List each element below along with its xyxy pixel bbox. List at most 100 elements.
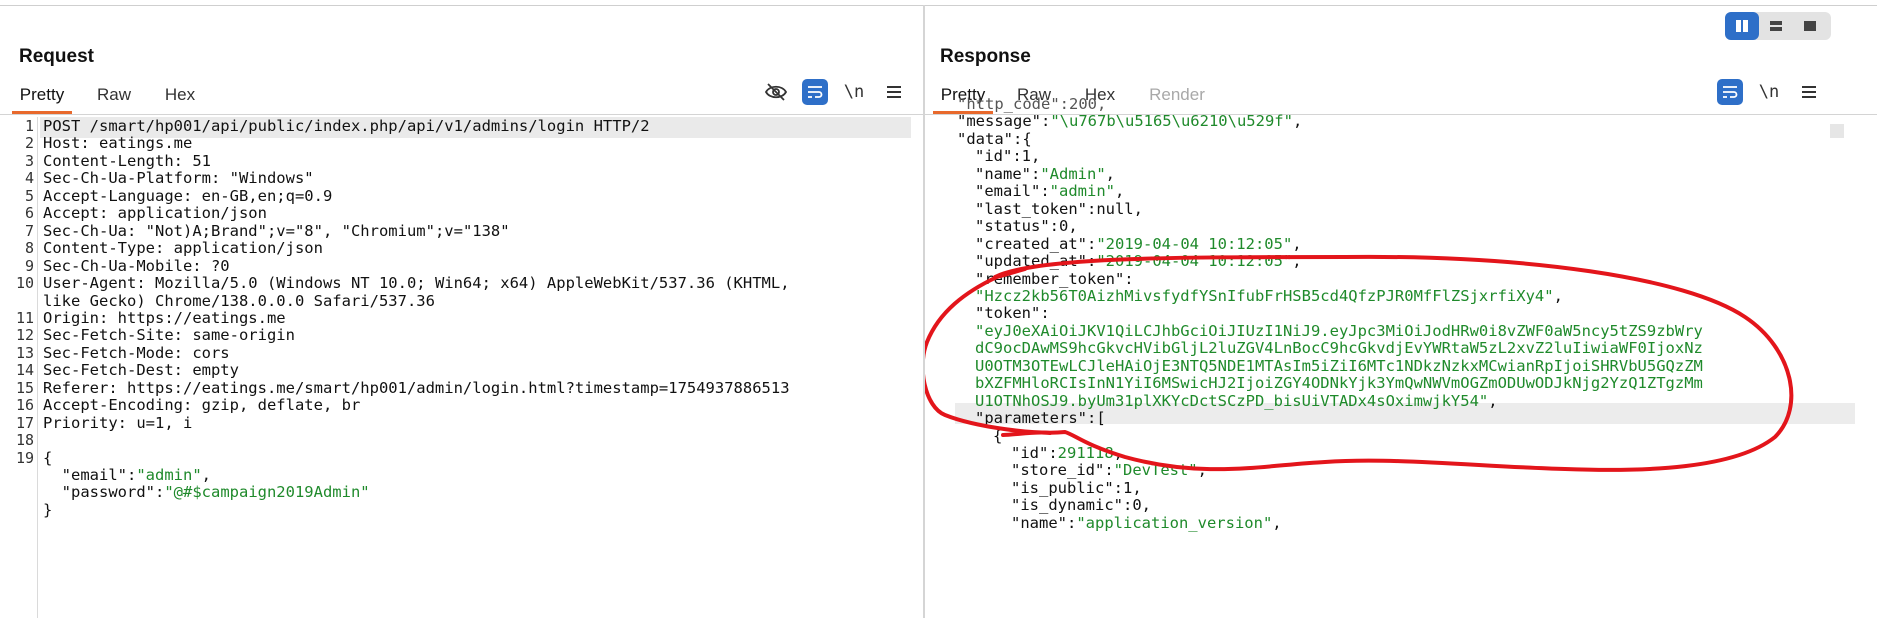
line-number: 1 <box>24 117 34 135</box>
line-number: 11 <box>15 308 34 327</box>
request-tabs: Pretty Raw Hex <box>12 80 204 114</box>
header-value: gzip, deflate, br <box>192 396 361 415</box>
tab-raw[interactable]: Raw <box>72 80 156 114</box>
request-line: Accept-Language: en-GB,en;q=0.9 <box>43 187 332 205</box>
line-number: 13 <box>15 343 34 362</box>
code-text: { <box>43 448 53 467</box>
split-columns-icon[interactable] <box>1725 12 1759 40</box>
header-value: application/json <box>108 204 267 223</box>
request-line: Accept-Encoding: gzip, deflate, br <box>43 396 360 414</box>
line-number: 17 <box>15 413 34 432</box>
request-line: Priority: u=1, i <box>43 414 192 432</box>
request-line: Sec-Ch-Ua-Platform: "Windows" <box>43 169 314 187</box>
line-number: 5 <box>24 186 34 205</box>
punctuation: , <box>201 466 211 484</box>
response-title: Response <box>940 46 1031 67</box>
line-number: 19 <box>15 448 34 467</box>
header-name: Accept-Language: <box>43 186 193 205</box>
request-line: { <box>43 449 52 467</box>
header-value: ?0 <box>201 256 230 275</box>
newline-toggle-button[interactable]: \n <box>1755 78 1783 106</box>
json-string: "@#$campaign2019Admin" <box>164 483 370 502</box>
eye-slash-icon[interactable] <box>762 78 790 106</box>
header-value: "Windows" <box>220 169 314 188</box>
request-line: Sec-Fetch-Dest: empty <box>43 361 239 379</box>
request-line: Content-Type: application/json <box>43 239 323 257</box>
line-number: 6 <box>24 204 34 223</box>
header-name: Sec-Ch-Ua-Platform: <box>43 169 221 188</box>
response-editor[interactable]: "http_code":200, "message":"\u767b\u5165\… <box>925 95 1877 618</box>
line-number: 8 <box>24 239 34 258</box>
header-name: Priority: <box>43 413 127 432</box>
request-line: like Gecko) Chrome/138.0.0.0 Safari/537.… <box>43 292 435 310</box>
header-value: Mozilla/5.0 (Windows NT 10.0; Win64; x64… <box>145 274 790 293</box>
layout-switcher <box>1725 12 1831 40</box>
header-name: Sec-Fetch-Site: <box>43 326 183 345</box>
line-number: 3 <box>24 151 34 170</box>
request-line: Accept: application/json <box>43 204 267 222</box>
header-name: Host: <box>43 134 90 153</box>
request-line: User-Agent: Mozilla/5.0 (Windows NT 10.0… <box>43 274 790 292</box>
header-name: Sec-Ch-Ua-Mobile: <box>43 256 202 275</box>
single-pane-icon[interactable] <box>1793 12 1827 40</box>
header-value: 51 <box>182 151 211 170</box>
request-line: Sec-Ch-Ua: "Not)A;Brand";v="8", "Chromiu… <box>43 222 510 240</box>
request-line: Sec-Ch-Ua-Mobile: ?0 <box>43 257 230 275</box>
line-number: 18 <box>15 431 34 450</box>
hamburger-menu-icon[interactable] <box>1795 78 1823 106</box>
request-toolbar: \n <box>750 78 908 106</box>
header-name: User-Agent: <box>43 274 146 293</box>
wrap-icon[interactable] <box>1717 79 1743 105</box>
newline-toggle-button[interactable]: \n <box>840 78 868 106</box>
header-name: Sec-Ch-Ua: <box>43 221 137 240</box>
response-pane: Response Pretty Raw Hex Render \n "http_… <box>925 0 1877 618</box>
header-value: "Not)A;Brand";v="8", "Chromium";v="138" <box>136 221 510 240</box>
line-number: 14 <box>15 361 34 380</box>
wrap-icon[interactable] <box>802 79 828 105</box>
tab-hex[interactable]: Hex <box>156 80 204 114</box>
tab-render[interactable]: Render <box>1125 80 1229 114</box>
response-scrollbar[interactable] <box>1830 124 1844 138</box>
header-name: Sec-Fetch-Dest: <box>43 361 183 380</box>
request-gutter-divider <box>37 117 38 618</box>
header-value: eatings.me <box>89 134 193 153</box>
header-value: https://eatings.me <box>108 308 286 327</box>
code-text: "email": <box>43 466 137 484</box>
request-line: } <box>43 501 52 519</box>
request-line: Content-Length: 51 <box>43 152 211 170</box>
header-value: cors <box>182 343 230 362</box>
request-editor[interactable]: 1 POST /smart/hp001/api/public/index.php/… <box>0 117 923 618</box>
line-number: 4 <box>24 169 34 188</box>
tab-pretty[interactable]: Pretty <box>12 80 72 114</box>
request-line: Host: eatings.me <box>43 134 192 152</box>
line-number: 9 <box>24 256 34 275</box>
header-value: same-origin <box>182 326 295 345</box>
hamburger-menu-icon[interactable] <box>880 78 908 106</box>
red-annotation-circle <box>925 254 1794 472</box>
request-line: "password":"@#$campaign2019Admin" <box>43 483 370 501</box>
request-line: Sec-Fetch-Site: same-origin <box>43 326 295 344</box>
header-name: Accept-Encoding: <box>43 396 193 415</box>
request-tabbar-divider <box>0 114 923 115</box>
line-number: 16 <box>15 396 34 415</box>
json-string: "admin" <box>136 466 202 484</box>
request-pane: Request Pretty Raw Hex \n 1 POST /smart/h… <box>0 0 923 618</box>
header-value: empty <box>182 361 239 380</box>
code-text: like Gecko) Chrome/138.0.0.0 Safari/537.… <box>43 291 435 310</box>
header-value: https://eatings.me/smart/hp001/admin/log… <box>117 378 790 397</box>
code-text: "http_code":200, <box>957 95 1107 113</box>
split-rows-icon[interactable] <box>1759 12 1793 40</box>
request-line: Origin: https://eatings.me <box>43 309 286 327</box>
request-line: Referer: https://eatings.me/smart/hp001/… <box>43 379 790 397</box>
header-name: Referer: <box>43 378 118 397</box>
response-line: "http_code":200, <box>957 95 1106 113</box>
response-toolbar: \n <box>1705 78 1823 106</box>
header-name: Content-Type: <box>43 239 165 258</box>
code-text: POST /smart/hp001/api/public/index.php/a… <box>43 117 650 135</box>
header-name: Accept: <box>43 204 109 223</box>
line-number: 2 <box>24 134 34 153</box>
header-value: u=1, i <box>127 413 193 432</box>
header-name: Content-Length: <box>43 151 183 170</box>
request-line: "email":"admin", <box>43 466 211 484</box>
request-title: Request <box>19 46 94 67</box>
